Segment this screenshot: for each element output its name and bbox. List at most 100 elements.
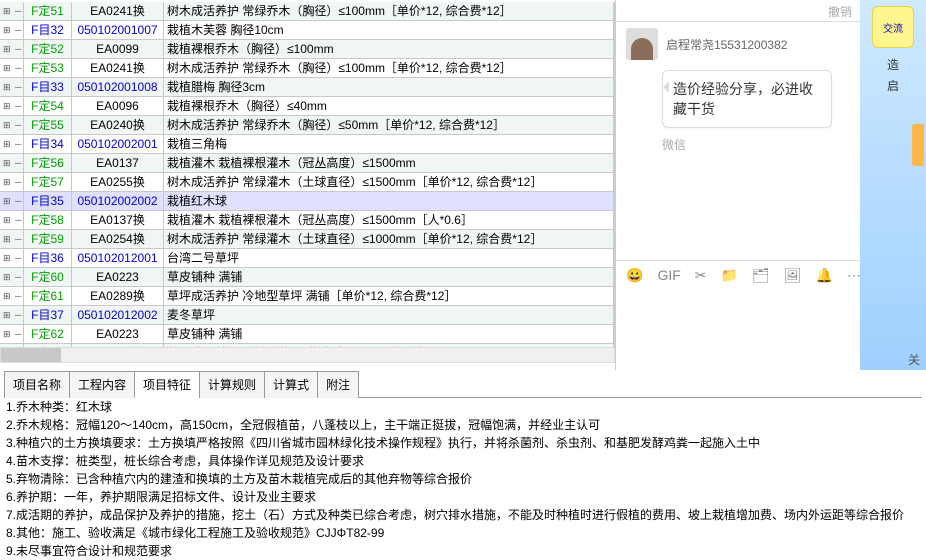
table-row[interactable]: ⊞─F目37050102012002麦冬草坪 <box>0 306 614 325</box>
expand-icon[interactable]: ⊞ <box>0 21 12 40</box>
table-row[interactable]: ⊞─F定62EA0223草皮铺种 满铺 <box>0 325 614 344</box>
row-code: 050102012002 <box>72 306 164 325</box>
expand-icon[interactable]: ⊞ <box>0 211 12 230</box>
row-code: EA0223 <box>72 325 164 344</box>
table-row[interactable]: ⊞─F定60EA0223草皮铺种 满铺 <box>0 268 614 287</box>
row-id: F目34 <box>24 135 72 154</box>
row-code: 050102002001 <box>72 135 164 154</box>
expand-icon[interactable]: ⊞ <box>0 287 12 306</box>
table-row[interactable]: ⊞─F目34050102002001栽植三角梅 <box>0 135 614 154</box>
expand-icon[interactable]: ⊞ <box>0 40 12 59</box>
chat-top-hint: 撤销 <box>616 0 860 22</box>
tree-line: ─ <box>12 287 24 306</box>
chat-tool-4[interactable]: 🗂 <box>752 267 770 284</box>
tree-line: ─ <box>12 173 24 192</box>
table-row[interactable]: ⊞─F定56EA0137栽植灌木 栽植裸根灌木（冠丛高度）≤1500mm <box>0 154 614 173</box>
table-row[interactable]: ⊞─F目32050102001007栽植木芙蓉 胸径10cm <box>0 21 614 40</box>
chat-tool-2[interactable]: ✂ <box>695 267 707 284</box>
table-row[interactable]: ⊞─F定52EA0099栽植裸根乔木（胸径）≤100mm <box>0 40 614 59</box>
tab-计算式[interactable]: 计算式 <box>264 371 318 398</box>
expand-icon[interactable]: ⊞ <box>0 135 12 154</box>
table-row[interactable]: ⊞─F定61EA0289换草坪成活养护 冷地型草坪 满铺［单价*12, 综合费*… <box>0 287 614 306</box>
grid-horizontal-scrollbar[interactable] <box>0 347 615 363</box>
row-desc: 栽植裸根乔木（胸径）≤40mm <box>164 97 614 116</box>
feature-line: 6.养护期：一年，养护期限满足招标文件、设计及业主要求 <box>6 488 916 506</box>
tab-计算规则[interactable]: 计算规则 <box>199 371 265 398</box>
expand-icon[interactable]: ⊞ <box>0 192 12 211</box>
chat-tool-7[interactable]: ⋯ <box>847 267 861 284</box>
row-id: F定56 <box>24 154 72 173</box>
table-row[interactable]: ⊞─F定54EA0096栽植裸根乔木（胸径）≤40mm <box>0 97 614 116</box>
row-desc: 栽植腊梅 胸径3cm <box>164 78 614 97</box>
avatar <box>626 28 658 60</box>
tree-line: ─ <box>12 97 24 116</box>
tree-line: ─ <box>12 2 24 21</box>
table-row[interactable]: ⊞─F定58EA0137换栽植灌木 栽植裸根灌木（冠丛高度）≤1500mm［人*… <box>0 211 614 230</box>
row-id: F目32 <box>24 21 72 40</box>
table-row[interactable]: ⊞─F定55EA0240换树木成活养护 常绿乔木（胸径）≤50mm［单价*12,… <box>0 116 614 135</box>
table-row[interactable]: ⊞─F定53EA0241换树木成活养护 常绿乔木（胸径）≤100mm［单价*12… <box>0 59 614 78</box>
feature-line: 3.种植穴的土方换填要求：土方换填严格按照《四川省城市园林绿化技术操作规程》执行… <box>6 434 916 452</box>
tab-附注[interactable]: 附注 <box>317 371 359 398</box>
row-code: EA0241换 <box>72 2 164 21</box>
expand-icon[interactable]: ⊞ <box>0 325 12 344</box>
feature-line: 4.苗木支撑：桩类型，桩长综合考虑，具体操作详见规范及设计要求 <box>6 452 916 470</box>
tab-项目特征[interactable]: 项目特征 <box>134 371 200 398</box>
row-id: F定60 <box>24 268 72 287</box>
expand-icon[interactable]: ⊞ <box>0 78 12 97</box>
chat-user-row[interactable]: 启程常尧15531200382 <box>616 22 860 66</box>
chat-toolbar: 😀 GIF ✂ 📁 🗂 🖼 🔔 ⋯ <box>616 260 860 290</box>
tree-line: ─ <box>12 135 24 154</box>
chat-username: 启程常尧15531200382 <box>666 36 787 53</box>
expand-icon[interactable]: ⊞ <box>0 249 12 268</box>
expand-icon[interactable]: ⊞ <box>0 173 12 192</box>
feature-line: 2.乔木规格：冠幅120～140cm，高150cm，全冠假植苗，八蓬枝以上，主干… <box>6 416 916 434</box>
row-desc: 栽植裸根乔木（胸径）≤100mm <box>164 40 614 59</box>
table-row[interactable]: ⊞─F定57EA0255换树木成活养护 常绿灌木（土球直径）≤1500mm［单价… <box>0 173 614 192</box>
tree-line: ─ <box>12 268 24 287</box>
expand-icon[interactable]: ⊞ <box>0 59 12 78</box>
chat-tool-5[interactable]: 🖼 <box>784 267 802 284</box>
row-code: EA0223 <box>72 268 164 287</box>
chat-tool-6[interactable]: 🔔 <box>816 267 833 284</box>
row-desc: 草坪成活养护 冷地型草坪 满铺［单价*12, 综合费*12］ <box>164 287 614 306</box>
row-desc: 树木成活养护 常绿灌木（土球直径）≤1500mm［单价*12, 综合费*12］ <box>164 173 614 192</box>
tab-工程内容[interactable]: 工程内容 <box>69 371 135 398</box>
row-desc[interactable]: 栽植红木球 <box>164 192 614 211</box>
chat-tool-3[interactable]: 📁 <box>721 267 738 284</box>
expand-icon[interactable]: ⊞ <box>0 268 12 287</box>
row-code: 050102002002 <box>72 192 164 211</box>
row-desc: 树木成活养护 常绿乔木（胸径）≤50mm［单价*12, 综合费*12］ <box>164 116 614 135</box>
table-row[interactable]: ⊞─F目35050102002002栽植红木球 <box>0 192 614 211</box>
side-close-label[interactable]: 关 <box>908 351 920 368</box>
tab-项目名称[interactable]: 项目名称 <box>4 371 70 398</box>
chat-tool-0[interactable]: 😀 <box>626 267 643 284</box>
main-data-grid[interactable]: ⊞─F定51EA0241换树木成活养护 常绿乔木（胸径）≤100mm［单价*12… <box>0 2 615 347</box>
row-desc: 栽植三角梅 <box>164 135 614 154</box>
feature-line: 9.未尽事宜符合设计和规范要求 <box>6 542 916 560</box>
expand-icon[interactable]: ⊞ <box>0 116 12 135</box>
side-app-icon[interactable]: 交流 <box>872 6 914 48</box>
row-id: F定62 <box>24 325 72 344</box>
expand-icon[interactable]: ⊞ <box>0 306 12 325</box>
row-code: 050102012001 <box>72 249 164 268</box>
tree-line: ─ <box>12 306 24 325</box>
expand-icon[interactable]: ⊞ <box>0 154 12 173</box>
row-id: F定55 <box>24 116 72 135</box>
tree-line: ─ <box>12 59 24 78</box>
expand-icon[interactable]: ⊞ <box>0 97 12 116</box>
chat-message-bubble[interactable]: 造价经验分享，必进收藏干货 <box>662 70 832 128</box>
side-collapse-button[interactable] <box>912 124 924 166</box>
chat-tool-1[interactable]: GIF <box>657 267 680 284</box>
expand-icon[interactable]: ⊞ <box>0 2 12 21</box>
scrollbar-thumb[interactable] <box>1 348 61 362</box>
row-code: EA0137换 <box>72 211 164 230</box>
table-row[interactable]: ⊞─F目33050102001008栽植腊梅 胸径3cm <box>0 78 614 97</box>
tree-line: ─ <box>12 230 24 249</box>
table-row[interactable]: ⊞─F目36050102012001台湾二号草坪 <box>0 249 614 268</box>
table-row[interactable]: ⊞─F定59EA0254换树木成活养护 常绿灌木（土球直径）≤1000mm［单价… <box>0 230 614 249</box>
expand-icon[interactable]: ⊞ <box>0 230 12 249</box>
table-row[interactable]: ⊞─F定51EA0241换树木成活养护 常绿乔木（胸径）≤100mm［单价*12… <box>0 2 614 21</box>
row-id: F目33 <box>24 78 72 97</box>
row-desc: 草皮铺种 满铺 <box>164 325 614 344</box>
